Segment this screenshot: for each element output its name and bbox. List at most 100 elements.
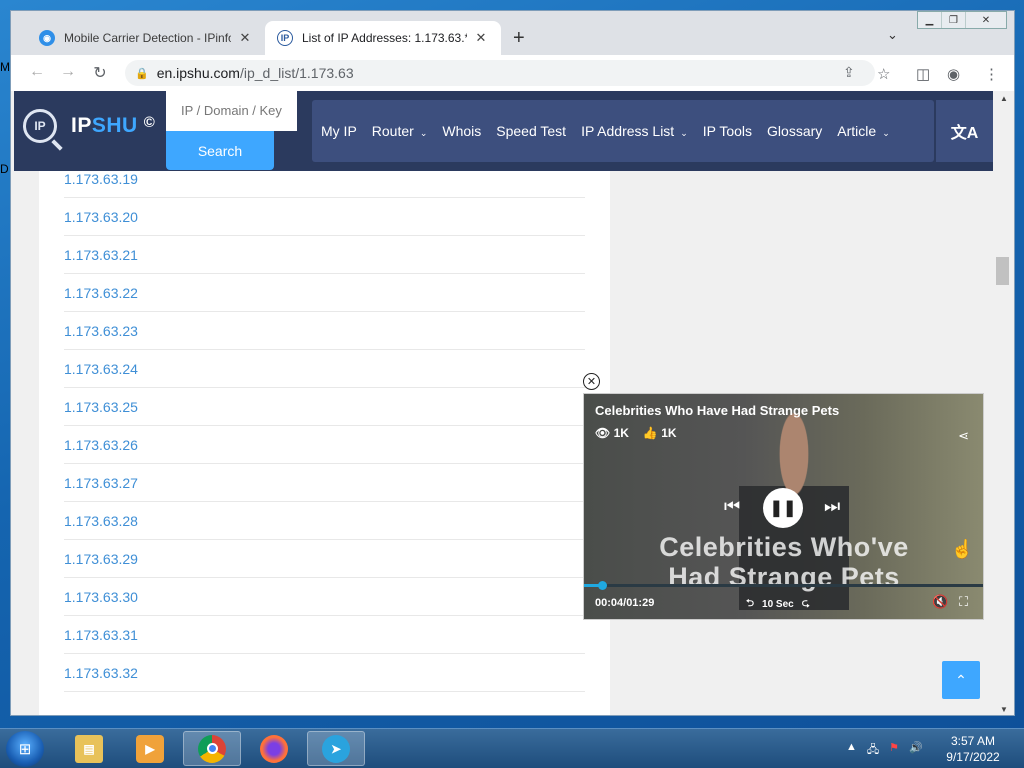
side-panel-icon[interactable]: ◫ bbox=[916, 65, 930, 83]
clock[interactable]: 3:57 AM 9/17/2022 bbox=[940, 733, 1006, 765]
video-stats: 👁 1K 👍 1K bbox=[595, 426, 677, 440]
ip-link[interactable]: 1.173.63.31 bbox=[64, 627, 138, 643]
share-icon[interactable]: ⋖ bbox=[958, 428, 969, 444]
list-item[interactable]: 1.173.63.25 bbox=[64, 388, 585, 426]
list-item[interactable]: 1.173.63.27 bbox=[64, 464, 585, 502]
ipshu-favicon-icon: IP bbox=[277, 30, 293, 46]
likes-count: 👍 1K bbox=[642, 426, 677, 440]
ip-link[interactable]: 1.173.63.23 bbox=[64, 323, 138, 339]
ip-link[interactable]: 1.173.63.32 bbox=[64, 665, 138, 681]
ip-link[interactable]: 1.173.63.21 bbox=[64, 247, 138, 263]
nav-glossary[interactable]: Glossary bbox=[767, 123, 822, 139]
chevron-down-icon: ⌄ bbox=[680, 128, 688, 138]
ip-link[interactable]: 1.173.63.29 bbox=[64, 551, 138, 567]
reload-icon[interactable]: ↻ bbox=[84, 63, 116, 83]
rewind-icon[interactable]: ⮌ bbox=[746, 596, 754, 613]
pause-button[interactable]: ❚❚ bbox=[763, 488, 803, 528]
mute-icon[interactable]: 🔇 bbox=[932, 594, 948, 610]
taskbar-media-player[interactable]: ▶ bbox=[121, 731, 179, 766]
close-tab-icon[interactable]: ✕ bbox=[473, 30, 489, 46]
video-progress-bar[interactable] bbox=[584, 581, 983, 590]
action-center-icon[interactable]: ⚑ bbox=[889, 741, 899, 760]
ip-link[interactable]: 1.173.63.19 bbox=[64, 171, 138, 187]
list-item[interactable]: 1.173.63.28 bbox=[64, 502, 585, 540]
next-icon[interactable]: ⏭ bbox=[824, 496, 840, 517]
url-path: /ip_d_list/1.173.63 bbox=[239, 65, 354, 81]
page-scrollbar[interactable]: ▲ ▼ bbox=[993, 91, 1014, 715]
video-title: Celebrities Who Have Had Strange Pets bbox=[595, 403, 840, 418]
address-bar[interactable]: 🔒 en.ipshu.com/ip_d_list/1.173.63 ⇪ bbox=[125, 60, 875, 86]
back-arrow-icon[interactable]: ← bbox=[21, 63, 53, 81]
video-ad-player[interactable]: Celebrities Who Have Had Strange Pets 👁 … bbox=[583, 393, 984, 620]
tab-ipshu[interactable]: IP List of IP Addresses: 1.173.63.* (1 ✕ bbox=[265, 21, 501, 55]
nav-article[interactable]: Article ⌄ bbox=[837, 123, 889, 139]
list-item[interactable]: 1.173.63.32 bbox=[64, 654, 585, 692]
close-ad-icon[interactable]: ✕ bbox=[583, 373, 600, 390]
list-item[interactable]: 1.173.63.29 bbox=[64, 540, 585, 578]
list-item[interactable]: 1.173.63.21 bbox=[64, 236, 585, 274]
back-to-top-button[interactable]: ⌃ bbox=[942, 661, 980, 699]
profile-avatar-icon[interactable]: ◉ bbox=[947, 65, 960, 83]
ip-list-card: 1.173.63.19 1.173.63.20 1.173.63.21 1.17… bbox=[39, 171, 610, 715]
search-button[interactable]: Search bbox=[166, 131, 274, 170]
taskbar-explorer[interactable]: ▤ bbox=[60, 731, 118, 766]
scroll-down-icon[interactable]: ▼ bbox=[1000, 705, 1008, 714]
browser-toolbar: ← → ↻ 🔒 en.ipshu.com/ip_d_list/1.173.63 … bbox=[11, 55, 1014, 91]
nav-speed-test[interactable]: Speed Test bbox=[496, 123, 566, 139]
nav-ip-tools[interactable]: IP Tools bbox=[703, 123, 752, 139]
search-input[interactable]: IP / Domain / Key bbox=[166, 91, 297, 131]
forward-icon[interactable]: ⮎ bbox=[802, 596, 810, 613]
taskbar-chrome[interactable] bbox=[183, 731, 241, 766]
ip-link[interactable]: 1.173.63.27 bbox=[64, 475, 138, 491]
ip-link[interactable]: 1.173.63.24 bbox=[64, 361, 138, 377]
taskbar-firefox[interactable] bbox=[245, 731, 303, 766]
ip-link[interactable]: 1.173.63.20 bbox=[64, 209, 138, 225]
scroll-up-icon[interactable]: ▲ bbox=[1000, 94, 1008, 103]
translate-icon[interactable]: 文A bbox=[934, 100, 993, 162]
system-tray: ▲ 🖧 ⚑ 🔊 bbox=[846, 741, 923, 760]
kebab-menu-icon[interactable]: ⋮ bbox=[984, 65, 999, 83]
show-hidden-icons-icon[interactable]: ▲ bbox=[846, 741, 857, 760]
list-item[interactable]: 1.173.63.31 bbox=[64, 616, 585, 654]
site-logo[interactable]: IP IPSHU © bbox=[23, 109, 155, 143]
volume-icon[interactable]: 🔊 bbox=[909, 741, 923, 760]
ip-link[interactable]: 1.173.63.28 bbox=[64, 513, 138, 529]
nav-ip-address-list[interactable]: IP Address List ⌄ bbox=[581, 123, 688, 139]
site-header: IP IPSHU © IP / Domain / Key Search My IP… bbox=[14, 91, 993, 171]
list-item[interactable]: 1.173.63.23 bbox=[64, 312, 585, 350]
maximize-icon[interactable]: ❐ bbox=[942, 12, 966, 28]
list-item[interactable]: 1.173.63.26 bbox=[64, 426, 585, 464]
share-icon[interactable]: ⇪ bbox=[843, 64, 855, 81]
logo-text: IPSHU © bbox=[71, 114, 156, 137]
ip-link[interactable]: 1.173.63.25 bbox=[64, 399, 138, 415]
nav-whois[interactable]: Whois bbox=[442, 123, 481, 139]
tab-search-chevron-icon[interactable]: ⌄ bbox=[887, 27, 898, 43]
bookmark-star-icon[interactable]: ☆ bbox=[877, 65, 890, 83]
fullscreen-icon[interactable]: ⛶ bbox=[959, 594, 968, 610]
ip-link[interactable]: 1.173.63.26 bbox=[64, 437, 138, 453]
tab-ipinfo[interactable]: ◉ Mobile Carrier Detection - IPinfo. ✕ bbox=[27, 21, 265, 55]
network-icon[interactable]: 🖧 bbox=[867, 741, 879, 760]
forward-arrow-icon[interactable]: → bbox=[52, 63, 84, 81]
ip-link[interactable]: 1.173.63.30 bbox=[64, 589, 138, 605]
start-button[interactable]: ⊞ bbox=[6, 731, 44, 767]
close-window-icon[interactable]: ✕ bbox=[966, 12, 1006, 28]
desktop-icon-label-fragment: M bbox=[0, 60, 10, 74]
new-tab-button[interactable]: + bbox=[513, 27, 525, 50]
list-item[interactable]: 1.173.63.20 bbox=[64, 198, 585, 236]
previous-icon[interactable]: ⏮ bbox=[724, 496, 740, 517]
list-item[interactable]: 1.173.63.30 bbox=[64, 578, 585, 616]
ip-link[interactable]: 1.173.63.22 bbox=[64, 285, 138, 301]
browser-window: ◉ Mobile Carrier Detection - IPinfo. ✕ I… bbox=[10, 10, 1015, 716]
list-item[interactable]: 1.173.63.22 bbox=[64, 274, 585, 312]
progress-knob[interactable] bbox=[597, 581, 607, 590]
page-viewport: 1.173.63.19 1.173.63.20 1.173.63.21 1.17… bbox=[11, 91, 993, 715]
list-item[interactable]: 1.173.63.24 bbox=[64, 350, 585, 388]
lock-icon: 🔒 bbox=[135, 67, 149, 80]
nav-my-ip[interactable]: My IP bbox=[321, 123, 357, 139]
scrollbar-thumb[interactable] bbox=[996, 257, 1009, 285]
taskbar-telegram[interactable]: ➤ bbox=[307, 731, 365, 766]
close-tab-icon[interactable]: ✕ bbox=[237, 30, 253, 46]
minimize-icon[interactable]: ▁ bbox=[918, 12, 942, 28]
nav-router[interactable]: Router ⌄ bbox=[372, 123, 428, 139]
